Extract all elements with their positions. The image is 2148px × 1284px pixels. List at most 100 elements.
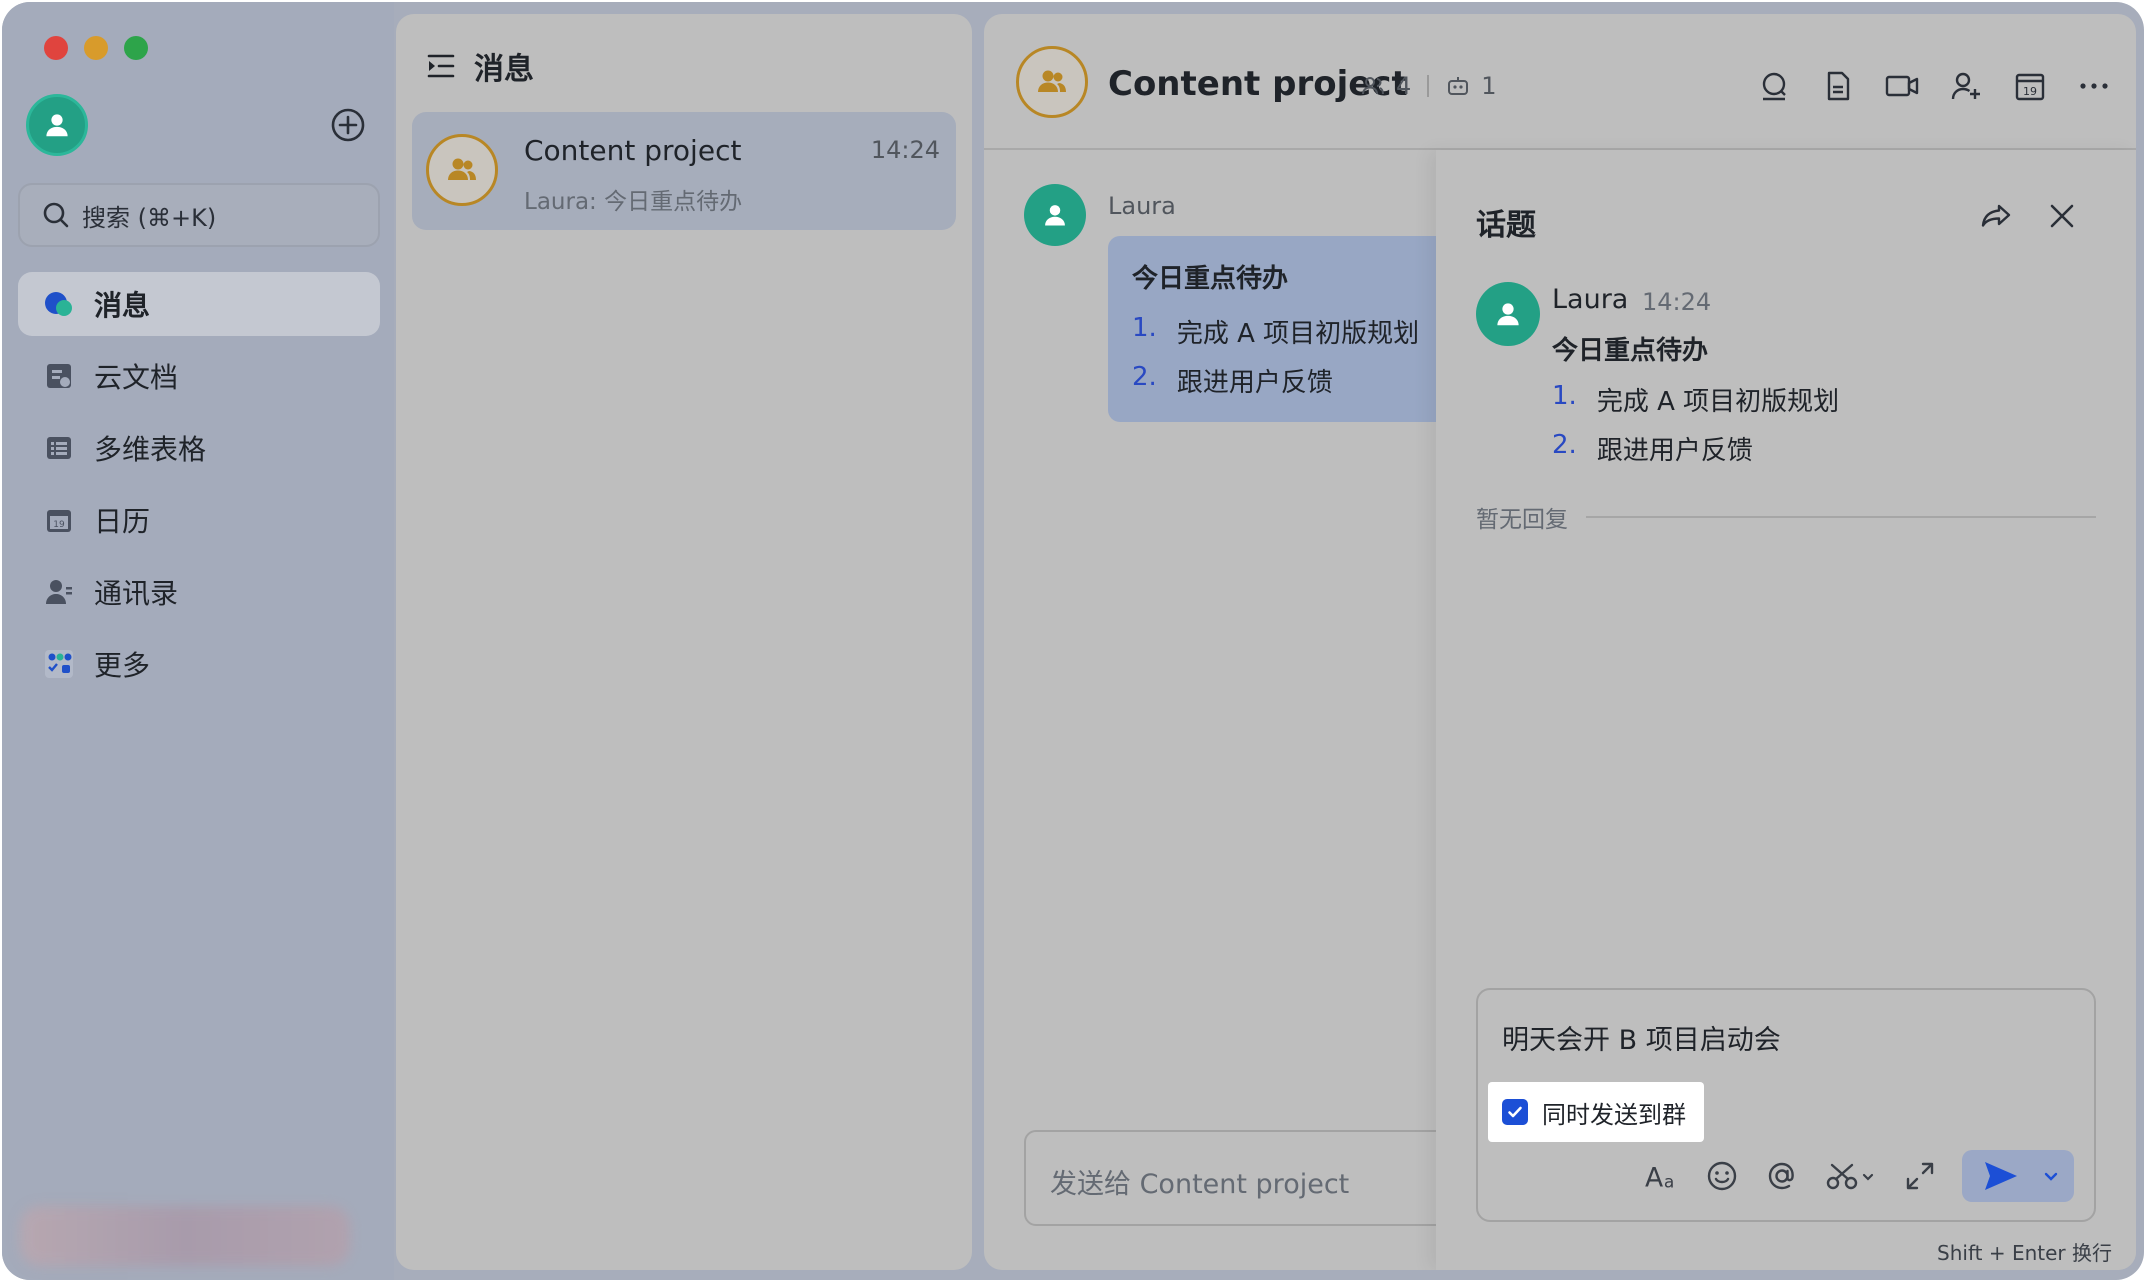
group-avatar[interactable]	[1016, 46, 1088, 118]
members-icon[interactable]	[1360, 73, 1386, 99]
svg-text:a: a	[1664, 1172, 1674, 1192]
send-icon	[1985, 1162, 2017, 1190]
message-title: 今日重点待办	[1132, 264, 1289, 294]
list-number: 2.	[1132, 362, 1157, 392]
list-text: 跟进用户反馈	[1596, 436, 1753, 466]
list-text: 完成 A 项目初版规划	[1176, 319, 1420, 349]
thread-title: 话题	[1476, 208, 1536, 243]
more-icon[interactable]	[2076, 68, 2112, 104]
minimize-window-button[interactable]	[84, 36, 108, 60]
search-icon[interactable]	[1756, 68, 1792, 104]
chat-message-input[interactable]: 发送给 Content project	[1024, 1130, 1484, 1226]
conversation-title: Content project	[524, 134, 742, 167]
base-table-icon	[42, 431, 76, 465]
message-list-panel: 消息 Content project 14:24 Laura: 今日重点待办	[396, 14, 972, 1270]
mention-icon[interactable]	[1764, 1158, 1800, 1194]
chat-panel: Content project 4 1 19 Laura 今日重点待办 1. 完…	[984, 14, 2136, 1270]
more-apps-icon	[42, 647, 76, 681]
sidebar-item-contacts[interactable]: 通讯录	[18, 560, 380, 624]
group-icon	[1038, 70, 1066, 92]
cloud-doc-icon	[42, 359, 76, 393]
list-number: 1.	[1552, 381, 1577, 411]
sidebar-item-label: 更多	[94, 649, 151, 682]
divider-line	[1586, 516, 2096, 518]
doc-icon[interactable]	[1820, 68, 1856, 104]
list-item: 1. 完成 A 项目初版规划	[1552, 381, 1839, 418]
text-format-icon[interactable]: Aa	[1644, 1158, 1680, 1194]
thread-panel: 话题 Laura 14:24 今日重点待办 1. 完成 A 项目初版规划 2.	[1436, 150, 2136, 1270]
list-number: 2.	[1552, 430, 1577, 460]
sidebar-item-docs[interactable]: 云文档	[18, 344, 380, 408]
list-item: 2. 跟进用户反馈	[1132, 362, 1444, 399]
search-input[interactable]: 搜索 (⌘+K)	[18, 183, 380, 247]
add-member-icon[interactable]	[1948, 68, 1984, 104]
list-text: 跟进用户反馈	[1176, 368, 1333, 398]
message-list-title: 消息	[474, 52, 534, 87]
message-icon	[42, 287, 76, 321]
message-bubble[interactable]: 今日重点待办 1. 完成 A 项目初版规划 2. 跟进用户反馈	[1108, 236, 1468, 422]
add-icon[interactable]	[328, 105, 368, 145]
group-icon	[448, 158, 476, 180]
calendar-icon: 19	[42, 503, 76, 537]
reply-composer[interactable]: 明天会开 B 项目启动会 同时发送到群 Aa	[1476, 988, 2096, 1222]
thread-message-time: 14:24	[1642, 288, 1712, 316]
composer-toolbar: Aa	[1644, 1150, 2074, 1202]
user-avatar[interactable]	[26, 94, 88, 156]
thread-sender-name: Laura	[1552, 284, 1629, 315]
also-send-label: 同时发送到群	[1542, 1100, 1686, 1129]
no-reply-divider: 暂无回复	[1476, 500, 2096, 534]
conversation-item[interactable]: Content project 14:24 Laura: 今日重点待办	[412, 112, 956, 230]
chat-header-actions: 19	[1756, 68, 2112, 104]
conversation-time: 14:24	[870, 136, 940, 164]
person-icon	[1045, 205, 1065, 226]
video-call-icon[interactable]	[1884, 68, 1920, 104]
screenshot-icon[interactable]	[1824, 1158, 1878, 1194]
app-window: 搜索 (⌘+K) 消息 云文档 多维表格 19 日历 通讯录 更多 消息 Con…	[2, 2, 2144, 1280]
expand-icon[interactable]	[1902, 1158, 1938, 1194]
list-item: 1. 完成 A 项目初版规划	[1132, 313, 1444, 350]
thread-message-body: 今日重点待办 1. 完成 A 项目初版规划 2. 跟进用户反馈	[1552, 330, 1839, 479]
send-button[interactable]	[1962, 1150, 2074, 1202]
checkbox-checked-icon[interactable]	[1502, 1099, 1528, 1125]
close-window-button[interactable]	[44, 36, 68, 60]
also-send-to-group-option[interactable]: 同时发送到群	[1488, 1082, 1704, 1142]
reply-input-text[interactable]: 明天会开 B 项目启动会	[1502, 1018, 1781, 1057]
sender-name: Laura	[1108, 192, 1176, 220]
svg-text:19: 19	[53, 520, 65, 530]
sidebar-item-label: 云文档	[94, 361, 179, 394]
share-icon[interactable]	[1979, 198, 2015, 234]
blurred-footer	[20, 1206, 350, 1266]
search-icon	[43, 202, 69, 228]
zoom-window-button[interactable]	[124, 36, 148, 60]
sidebar-item-messages[interactable]: 消息	[18, 272, 380, 336]
sidebar-item-base[interactable]: 多维表格	[18, 416, 380, 480]
calendar-icon[interactable]: 19	[2012, 68, 2048, 104]
sender-avatar[interactable]	[1024, 184, 1086, 246]
bot-count: 1	[1481, 72, 1497, 100]
sidebar-item-label: 多维表格	[94, 433, 207, 466]
chat-header: Content project 4 1 19	[984, 14, 2136, 150]
chat-meta: 4 1	[1360, 72, 1497, 100]
person-icon	[1497, 303, 1519, 326]
search-placeholder: 搜索 (⌘+K)	[82, 203, 217, 232]
no-reply-label: 暂无回复	[1476, 507, 1568, 533]
list-item: 2. 跟进用户反馈	[1552, 430, 1839, 467]
close-icon[interactable]	[2044, 198, 2080, 234]
person-icon	[46, 114, 68, 137]
list-number: 1.	[1132, 313, 1157, 343]
meta-divider	[1427, 75, 1430, 97]
message-title: 今日重点待办	[1552, 336, 1709, 366]
bot-icon[interactable]	[1445, 73, 1471, 99]
collapse-sidebar-icon[interactable]	[426, 51, 456, 81]
svg-text:A: A	[1645, 1162, 1663, 1193]
contacts-icon	[42, 575, 76, 609]
shortcut-hint: Shift + Enter 换行	[1937, 1241, 2112, 1265]
member-count: 4	[1396, 72, 1412, 100]
sidebar-item-label: 日历	[94, 505, 151, 538]
emoji-icon[interactable]	[1704, 1158, 1740, 1194]
sidebar-item-calendar[interactable]: 19 日历	[18, 488, 380, 552]
chevron-down-icon[interactable]	[2042, 1167, 2060, 1185]
sidebar-item-more[interactable]: 更多	[18, 632, 380, 696]
sender-avatar[interactable]	[1476, 282, 1540, 346]
sidebar-item-label: 消息	[94, 289, 151, 322]
